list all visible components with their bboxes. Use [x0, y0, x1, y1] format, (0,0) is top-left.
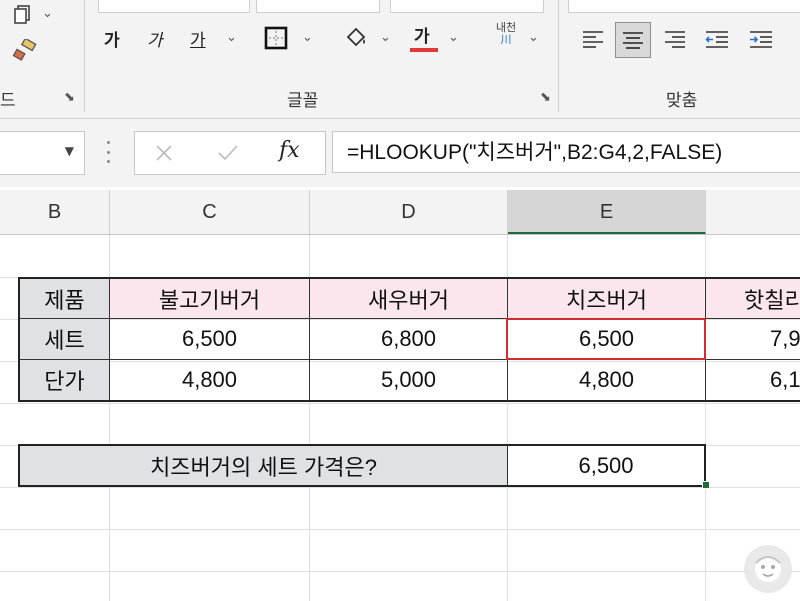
- table-header-cell[interactable]: 새우버거: [310, 277, 508, 319]
- bold-button[interactable]: 가: [104, 26, 120, 51]
- insert-function-button[interactable]: fx: [279, 138, 300, 163]
- ribbon-separator: [84, 0, 85, 112]
- gridline: [0, 571, 800, 572]
- fill-color-dropdown-icon[interactable]: ⌄: [380, 30, 391, 45]
- table-row-label[interactable]: 단가: [18, 360, 110, 402]
- border-dropdown-icon[interactable]: ⌄: [302, 30, 313, 45]
- formula-bar: ▼ fx =HLOOKUP("치즈버거",B2:G4,2,FALSE): [0, 119, 800, 187]
- border-icon[interactable]: [262, 24, 290, 52]
- column-header-f[interactable]: F: [706, 190, 800, 234]
- ribbon-separator: [558, 0, 559, 112]
- phonetic-dropdown-icon[interactable]: ⌄: [528, 30, 539, 45]
- align-top-row: [568, 0, 800, 13]
- table-header-cell[interactable]: 제품: [18, 277, 110, 319]
- table-cell[interactable]: 6,500: [508, 319, 706, 360]
- fill-color-icon[interactable]: [342, 24, 370, 52]
- font-color-swatch: [410, 48, 438, 52]
- table-cell[interactable]: 6,1: [706, 360, 800, 402]
- align-center-icon[interactable]: [615, 22, 651, 58]
- watermark-logo-icon: [744, 545, 792, 593]
- font-group-label: 글꼴: [287, 91, 319, 111]
- clipboard-launcher-icon[interactable]: ⬊: [64, 90, 75, 105]
- font-size-box[interactable]: [256, 0, 380, 13]
- table-cell[interactable]: 4,800: [508, 360, 706, 402]
- table-cell[interactable]: 4,800: [110, 360, 310, 402]
- formula-bar-grip-icon[interactable]: [106, 141, 110, 163]
- fill-handle[interactable]: [702, 481, 710, 489]
- table-row-label[interactable]: 세트: [18, 319, 110, 360]
- font-color-button[interactable]: 가: [414, 22, 430, 47]
- format-painter-icon[interactable]: [10, 38, 40, 64]
- column-header-b[interactable]: B: [0, 190, 110, 234]
- formula-input[interactable]: =HLOOKUP("치즈버거",B2:G4,2,FALSE): [332, 131, 800, 173]
- cancel-icon[interactable]: [151, 140, 177, 166]
- font-color-dropdown-icon[interactable]: ⌄: [448, 30, 459, 45]
- phonetic-sub-label: 川: [500, 33, 512, 46]
- answer-cell[interactable]: 6,500: [508, 444, 706, 487]
- underline-button[interactable]: 가: [190, 26, 206, 51]
- copy-icon[interactable]: [10, 2, 36, 26]
- table-cell[interactable]: 6,500: [110, 319, 310, 360]
- phonetic-button[interactable]: 내천 川: [486, 22, 526, 46]
- name-box-dropdown-icon[interactable]: ▼: [65, 144, 74, 158]
- font-launcher-icon[interactable]: ⬊: [540, 90, 551, 105]
- copy-dropdown-icon[interactable]: ⌄: [42, 6, 53, 21]
- column-header-bar: B C D E F: [0, 190, 800, 235]
- table-cell[interactable]: 5,000: [310, 360, 508, 402]
- ribbon: ⌄ 드 ⬊ 가 가 가 ⌄ ⌄ ⌄ 가 ⌄ 내천 川 ⌄ 글꼴 ⬊ 맞춤: [0, 0, 800, 119]
- clipboard-group-label: 드: [0, 91, 16, 111]
- enter-icon[interactable]: [215, 140, 241, 166]
- column-header-c[interactable]: C: [110, 190, 310, 234]
- italic-button[interactable]: 가: [147, 26, 163, 51]
- alignment-group-label: 맞춤: [666, 91, 698, 111]
- table-header-cell[interactable]: 핫칠리: [706, 277, 800, 319]
- gridline: [0, 403, 800, 404]
- underline-dropdown-icon[interactable]: ⌄: [226, 30, 237, 45]
- formula-tools: fx: [134, 131, 326, 175]
- font-extra-box[interactable]: [390, 0, 544, 13]
- align-left-icon[interactable]: [576, 22, 610, 56]
- gridline: [0, 529, 800, 530]
- column-header-e[interactable]: E: [508, 190, 706, 234]
- name-box[interactable]: ▼: [0, 131, 85, 175]
- table-cell[interactable]: 7,9: [706, 319, 800, 360]
- align-right-icon[interactable]: [658, 22, 692, 56]
- decrease-indent-icon[interactable]: [700, 22, 734, 56]
- table-cell[interactable]: 6,800: [310, 319, 508, 360]
- question-label-cell[interactable]: 치즈버거의 세트 가격은?: [18, 444, 508, 487]
- increase-indent-icon[interactable]: [744, 22, 778, 56]
- table-header-cell[interactable]: 치즈버거: [508, 277, 706, 319]
- gridline: [0, 487, 800, 488]
- table-header-cell[interactable]: 불고기버거: [110, 277, 310, 319]
- font-name-box[interactable]: [98, 0, 250, 13]
- column-header-d[interactable]: D: [310, 190, 508, 234]
